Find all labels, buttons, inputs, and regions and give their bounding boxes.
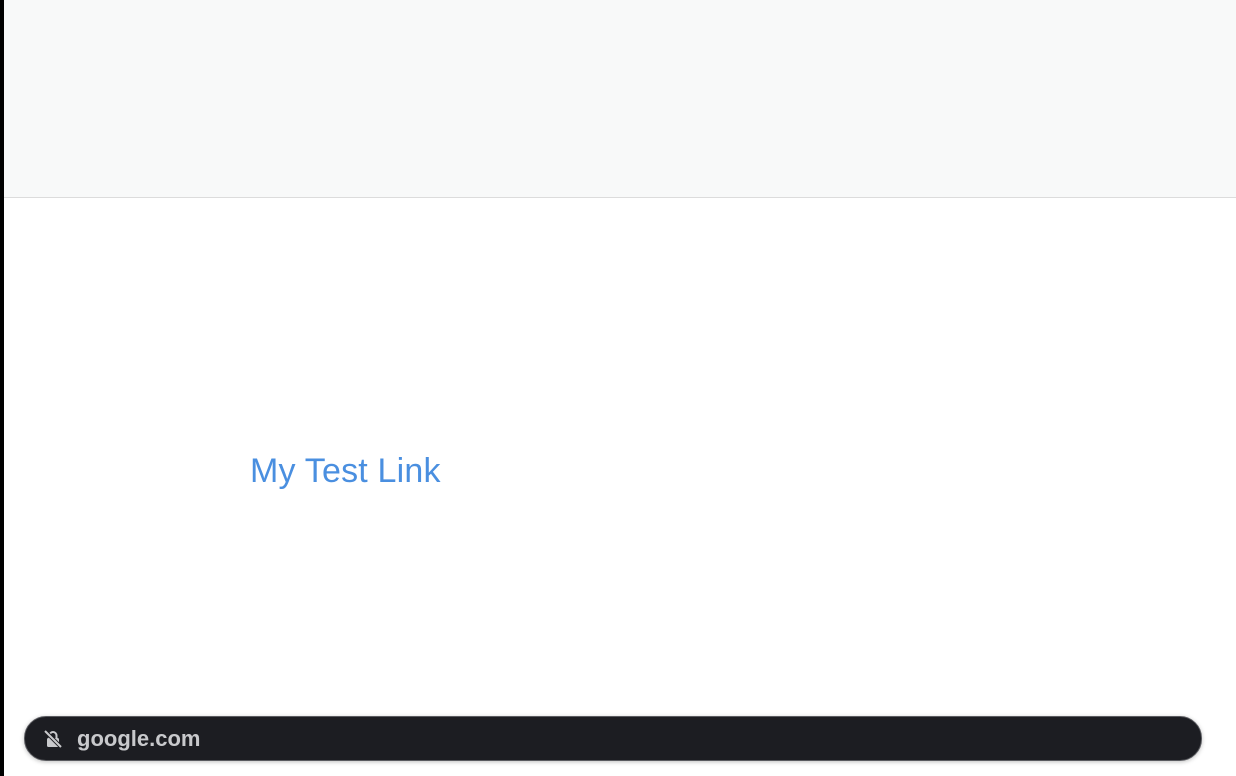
page-header [4, 0, 1236, 198]
page-content: My Test Link [4, 198, 1236, 776]
my-test-link[interactable]: My Test Link [250, 452, 441, 491]
not-secure-lock-icon [43, 729, 63, 749]
link-status-bubble: google.com [24, 716, 1202, 761]
status-url-text: google.com [77, 725, 201, 751]
